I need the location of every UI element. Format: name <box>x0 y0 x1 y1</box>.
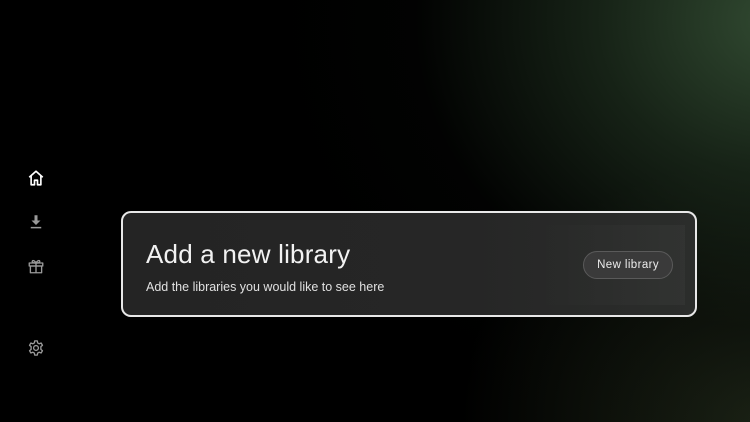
gift-icon <box>27 257 45 275</box>
nav-item-home[interactable] <box>24 166 48 190</box>
home-icon <box>27 169 45 187</box>
nav-item-downloads[interactable] <box>24 210 48 234</box>
add-library-card[interactable]: Add a new library Add the libraries you … <box>121 211 697 317</box>
new-library-button[interactable]: New library <box>583 251 673 279</box>
download-icon <box>27 213 45 231</box>
settings-gear-icon <box>27 339 45 357</box>
card-subtitle: Add the libraries you would like to see … <box>146 280 385 294</box>
nav-item-settings[interactable] <box>24 336 48 360</box>
card-title: Add a new library <box>146 239 351 269</box>
app-screen: Add a new library Add the libraries you … <box>0 0 750 422</box>
nav-item-gifts[interactable] <box>24 254 48 278</box>
nav-rail <box>0 0 72 422</box>
